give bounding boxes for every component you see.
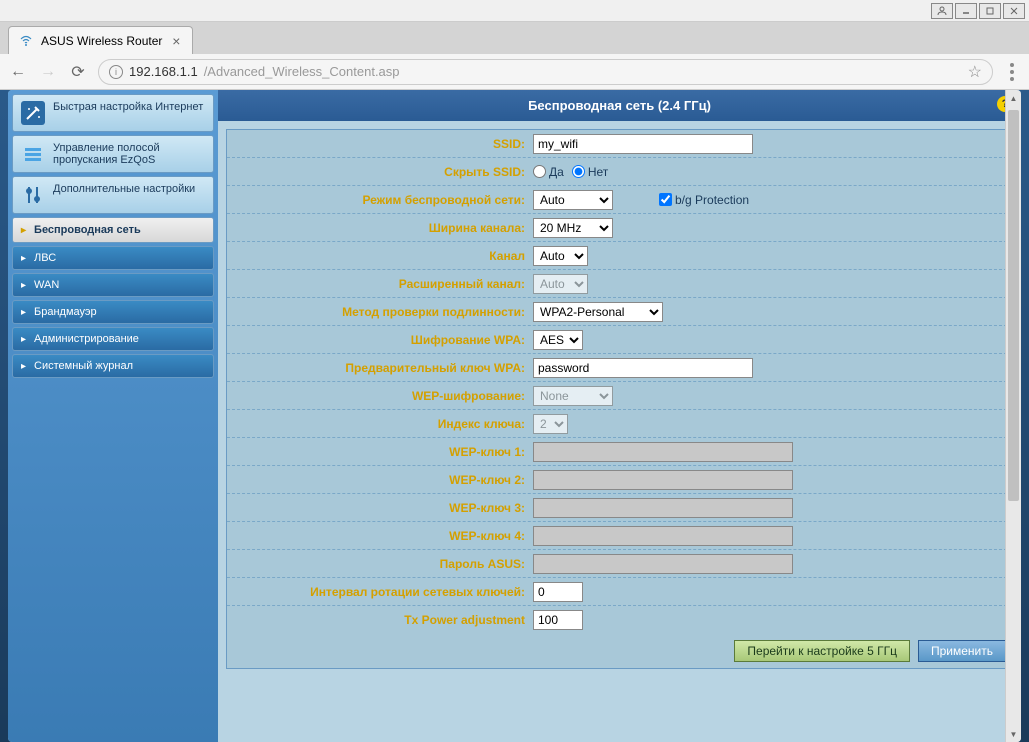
tools-icon bbox=[21, 183, 45, 207]
rotation-input[interactable] bbox=[533, 582, 583, 602]
wep4-input[interactable] bbox=[533, 526, 793, 546]
sidebar-item-lan[interactable]: ЛВС bbox=[12, 246, 214, 270]
browser-menu-button[interactable] bbox=[1003, 63, 1021, 81]
sidebar-item-label: Брандмауэр bbox=[34, 306, 97, 318]
ext-channel-label: Расширенный канал: bbox=[233, 277, 533, 291]
mode-select[interactable]: Auto bbox=[533, 190, 613, 210]
url-host: 192.168.1.1 bbox=[129, 64, 198, 79]
tx-label: Tx Power adjustment bbox=[233, 613, 533, 627]
sidebar-item-ezqos[interactable]: Управление полосой пропускания EzQoS bbox=[12, 135, 214, 173]
wep-enc-select[interactable]: None bbox=[533, 386, 613, 406]
key-index-select[interactable]: 2 bbox=[533, 414, 568, 434]
scroll-thumb[interactable] bbox=[1008, 110, 1019, 501]
mode-label: Режим беспроводной сети: bbox=[233, 193, 533, 207]
wep1-label: WEP-ключ 1: bbox=[233, 445, 533, 459]
auth-label: Метод проверки подлинности: bbox=[233, 305, 533, 319]
sidebar-item-advanced[interactable]: Дополнительные настройки bbox=[12, 176, 214, 214]
channel-label: Канал bbox=[233, 249, 533, 263]
sidebar-item-label: ЛВС bbox=[34, 252, 56, 264]
window-titlebar bbox=[0, 0, 1029, 22]
forward-button[interactable]: → bbox=[38, 62, 58, 82]
sidebar-item-admin[interactable]: Администрирование bbox=[12, 327, 214, 351]
address-bar[interactable]: i 192.168.1.1/Advanced_Wireless_Content.… bbox=[98, 59, 993, 85]
wep4-label: WEP-ключ 4: bbox=[233, 529, 533, 543]
browser-toolbar: ← → ⟳ i 192.168.1.1/Advanced_Wireless_Co… bbox=[0, 54, 1029, 90]
sidebar-item-label: WAN bbox=[34, 279, 59, 291]
apply-button[interactable]: Применить bbox=[918, 640, 1006, 662]
ssid-label: SSID: bbox=[233, 137, 533, 151]
scroll-down-button[interactable]: ▼ bbox=[1006, 726, 1021, 742]
user-button[interactable] bbox=[931, 3, 953, 19]
wifi-icon bbox=[19, 34, 33, 48]
width-select[interactable]: 20 MHz bbox=[533, 218, 613, 238]
channel-select[interactable]: Auto bbox=[533, 246, 588, 266]
user-icon bbox=[937, 6, 947, 16]
tab-title: ASUS Wireless Router bbox=[41, 34, 162, 48]
browser-tab[interactable]: ASUS Wireless Router × bbox=[8, 26, 193, 54]
ssid-input[interactable] bbox=[533, 134, 753, 154]
wep2-label: WEP-ключ 2: bbox=[233, 473, 533, 487]
wpa-enc-select[interactable]: AES bbox=[533, 330, 583, 350]
reload-button[interactable]: ⟳ bbox=[68, 62, 88, 82]
back-button[interactable]: ← bbox=[8, 62, 28, 82]
bg-protection-checkbox[interactable]: b/g Protection bbox=[659, 193, 749, 207]
panel-header: Беспроводная сеть (2.4 ГГц) ? bbox=[218, 90, 1021, 121]
minimize-icon bbox=[961, 6, 971, 16]
auth-select[interactable]: WPA2-Personal bbox=[533, 302, 663, 322]
vertical-scrollbar[interactable]: ▲ ▼ bbox=[1005, 90, 1021, 742]
sidebar-item-label: Администрирование bbox=[34, 333, 139, 345]
hide-ssid-label: Скрыть SSID: bbox=[233, 165, 533, 179]
close-button[interactable] bbox=[1003, 3, 1025, 19]
wep-enc-label: WEP-шифрование: bbox=[233, 389, 533, 403]
wpa-key-label: Предварительный ключ WPA: bbox=[233, 361, 533, 375]
browser-tabs: ASUS Wireless Router × bbox=[0, 22, 1029, 54]
bars-icon bbox=[21, 142, 45, 166]
scroll-up-button[interactable]: ▲ bbox=[1006, 90, 1021, 106]
wpa-enc-label: Шифрование WPA: bbox=[233, 333, 533, 347]
tx-input[interactable] bbox=[533, 610, 583, 630]
hide-ssid-yes[interactable]: Да bbox=[533, 165, 564, 179]
sidebar-item-wan[interactable]: WAN bbox=[12, 273, 214, 297]
wireless-form: SSID: Скрыть SSID: Да Нет Режим беспрово… bbox=[226, 129, 1013, 669]
asus-pass-input[interactable] bbox=[533, 554, 793, 574]
info-icon: i bbox=[109, 65, 123, 79]
maximize-icon bbox=[985, 6, 995, 16]
sidebar-item-quick-setup[interactable]: Быстрая настройка Интернет bbox=[12, 94, 214, 132]
sidebar-item-firewall[interactable]: Брандмауэр bbox=[12, 300, 214, 324]
wpa-key-input[interactable] bbox=[533, 358, 753, 378]
hide-ssid-no[interactable]: Нет bbox=[572, 165, 608, 179]
wep2-input[interactable] bbox=[533, 470, 793, 490]
goto-5ghz-button[interactable]: Перейти к настройке 5 ГГц bbox=[734, 640, 910, 662]
key-index-label: Индекс ключа: bbox=[233, 417, 533, 431]
hide-ssid-no-radio[interactable] bbox=[572, 165, 585, 178]
panel-title: Беспроводная сеть (2.4 ГГц) bbox=[528, 98, 711, 113]
sidebar-item-label: Системный журнал bbox=[34, 360, 133, 372]
wand-icon bbox=[21, 101, 45, 125]
sidebar-item-wireless[interactable]: Беспроводная сеть bbox=[12, 217, 214, 243]
wep3-input[interactable] bbox=[533, 498, 793, 518]
hide-ssid-yes-radio[interactable] bbox=[533, 165, 546, 178]
wep3-label: WEP-ключ 3: bbox=[233, 501, 533, 515]
sidebar-item-syslog[interactable]: Системный журнал bbox=[12, 354, 214, 378]
bookmark-button[interactable]: ☆ bbox=[968, 62, 982, 82]
rotation-label: Интервал ротации сетевых ключей: bbox=[233, 585, 533, 599]
tab-close-button[interactable]: × bbox=[170, 35, 182, 47]
sidebar-item-label: Дополнительные настройки bbox=[53, 183, 195, 195]
bg-protection-input[interactable] bbox=[659, 193, 672, 206]
url-path: /Advanced_Wireless_Content.asp bbox=[204, 64, 400, 79]
sidebar-item-label: Беспроводная сеть bbox=[34, 224, 141, 236]
maximize-button[interactable] bbox=[979, 3, 1001, 19]
sidebar-item-label: Управление полосой пропускания EzQoS bbox=[53, 142, 205, 166]
asus-pass-label: Пароль ASUS: bbox=[233, 557, 533, 571]
ext-channel-select[interactable]: Auto bbox=[533, 274, 588, 294]
wep1-input[interactable] bbox=[533, 442, 793, 462]
main-panel: Беспроводная сеть (2.4 ГГц) ? SSID: Скры… bbox=[218, 90, 1021, 742]
minimize-button[interactable] bbox=[955, 3, 977, 19]
sidebar-item-label: Быстрая настройка Интернет bbox=[53, 101, 203, 113]
width-label: Ширина канала: bbox=[233, 221, 533, 235]
close-icon bbox=[1009, 6, 1019, 16]
page-content: Быстрая настройка Интернет Управление по… bbox=[0, 90, 1029, 742]
sidebar: Быстрая настройка Интернет Управление по… bbox=[8, 90, 218, 742]
